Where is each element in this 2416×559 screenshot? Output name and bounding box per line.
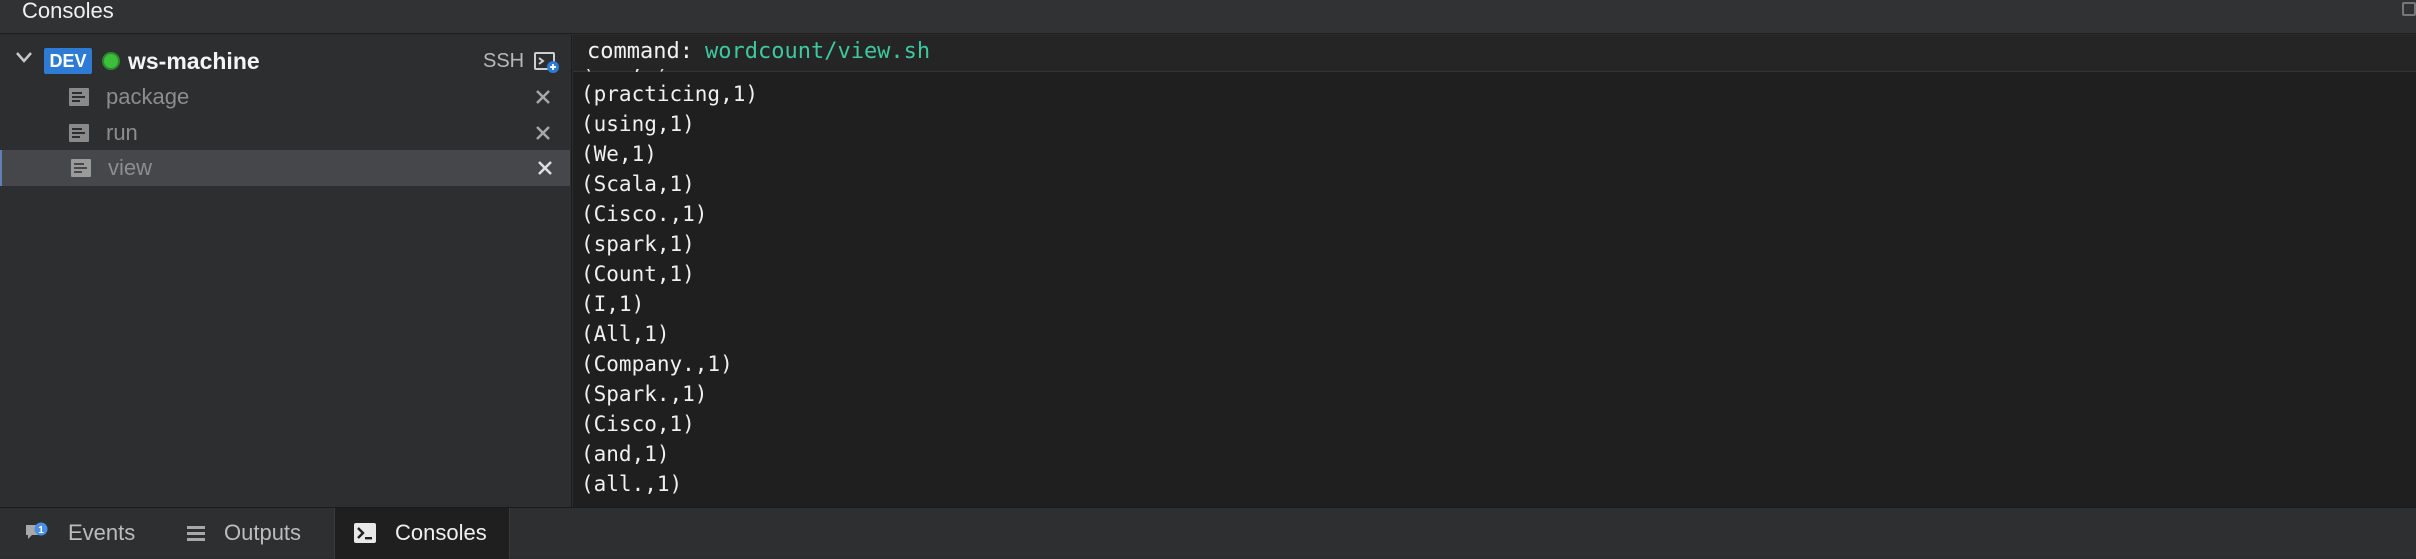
output-line: (practicing,1) xyxy=(581,82,759,106)
console-tree: DEV ws-machine SSH package run view xyxy=(0,35,572,507)
console-item-run[interactable]: run xyxy=(0,115,570,151)
command-value: wordcount/view.sh xyxy=(705,39,931,64)
dev-badge: DEV xyxy=(44,48,92,74)
console-item-label: package xyxy=(106,84,190,109)
output-line: (Cisco.,1) xyxy=(581,202,708,226)
tab-outputs[interactable]: Outputs xyxy=(174,508,334,559)
console-icon xyxy=(69,88,89,106)
tab-events[interactable]: 1 Events xyxy=(14,508,174,559)
machine-name[interactable]: ws-machine xyxy=(128,48,260,75)
output-line: (Scala,1) xyxy=(581,172,695,196)
output-line: (---,1) xyxy=(581,69,701,77)
output-line: (Count,1) xyxy=(581,262,695,286)
partial-output-line: (---,1) xyxy=(581,69,701,77)
output-line: (We,1) xyxy=(581,142,657,166)
panel-title: Consoles xyxy=(22,0,114,23)
close-icon[interactable] xyxy=(534,124,552,142)
console-output-panel[interactable]: command: wordcount/view.sh (---,1) (prac… xyxy=(573,35,2416,507)
tab-consoles[interactable]: Consoles xyxy=(334,508,510,559)
machine-row[interactable]: DEV ws-machine SSH xyxy=(0,41,572,75)
command-bar: command: wordcount/view.sh xyxy=(573,35,2416,72)
output-line: (and,1) xyxy=(581,442,670,466)
console-item-package[interactable]: package xyxy=(0,79,570,115)
tab-label: Events xyxy=(68,520,136,545)
output-line: (All,1) xyxy=(581,322,670,346)
console-item-label: view xyxy=(108,155,153,180)
output-line: (all.,1) xyxy=(581,472,683,496)
ssh-button[interactable]: SSH xyxy=(483,50,524,73)
command-label: command: xyxy=(587,39,693,64)
console-item-view[interactable]: view xyxy=(0,150,570,186)
output-line: (I,1) xyxy=(581,292,645,316)
svg-text:1: 1 xyxy=(38,525,44,536)
output-line: (Cisco,1) xyxy=(581,412,695,436)
console-icon xyxy=(71,159,91,177)
events-icon: 1 xyxy=(26,522,48,539)
output-line: (Company.,1) xyxy=(581,352,733,376)
output-line: (using,1) xyxy=(581,112,695,136)
tab-label: Consoles xyxy=(395,520,487,545)
console-icon xyxy=(69,124,89,142)
tab-label: Outputs xyxy=(224,520,302,545)
status-dot-icon xyxy=(102,52,120,70)
list-icon xyxy=(187,526,205,541)
chevron-down-icon[interactable] xyxy=(14,47,34,67)
consoles-panel-header: Consoles xyxy=(0,0,2416,34)
console-item-label: run xyxy=(106,120,138,145)
terminal-icon xyxy=(354,523,376,543)
output-line: (Spark.,1) xyxy=(581,382,708,406)
output-line: (spark,1) xyxy=(581,232,695,256)
close-icon[interactable] xyxy=(536,159,554,177)
close-icon[interactable] xyxy=(534,88,552,106)
add-terminal-icon[interactable] xyxy=(534,50,560,74)
console-output[interactable]: (practicing,1) (using,1) (We,1) (Scala,1) (C… xyxy=(581,79,2401,503)
bottom-tab-bar: 1 Events Outputs Consoles xyxy=(0,507,2416,559)
maximize-icon[interactable] xyxy=(2402,2,2416,16)
